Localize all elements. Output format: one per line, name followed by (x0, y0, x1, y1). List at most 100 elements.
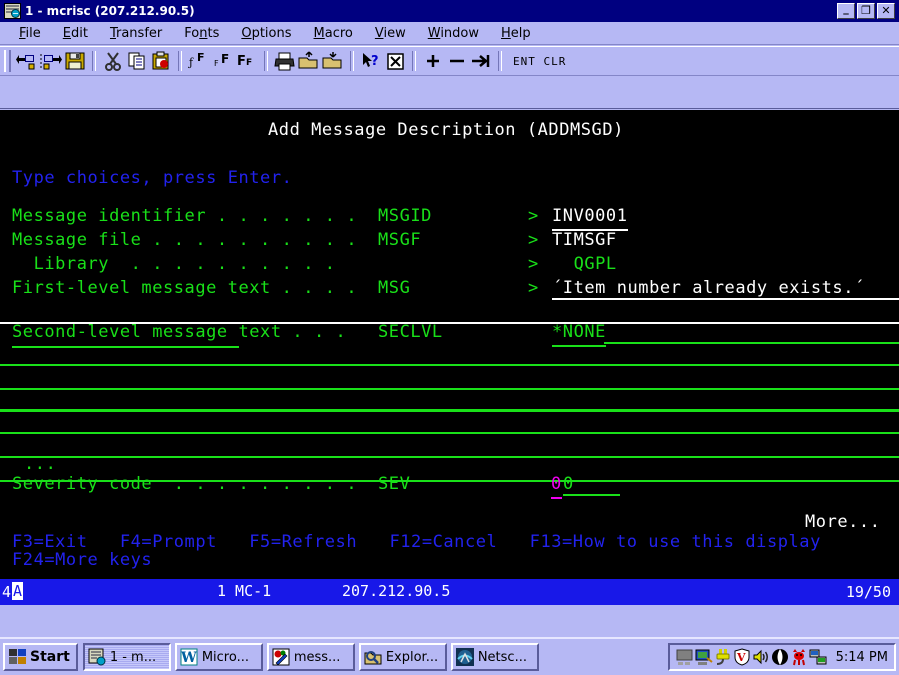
field-keyword-seclvl: SECLVL (378, 322, 443, 342)
devil-icon[interactable] (790, 648, 808, 666)
stop-icon[interactable] (383, 49, 407, 73)
svg-text:?: ? (371, 54, 379, 69)
antivirus-shield-icon[interactable]: V (733, 648, 751, 666)
volume-icon[interactable] (752, 648, 770, 666)
seclvl-blank-line[interactable] (0, 432, 899, 434)
network-connection-icon[interactable] (809, 648, 827, 666)
minimize-icon: _ (843, 2, 849, 15)
system-tray: V 5:14 PM (667, 643, 896, 671)
svg-text:F: F (197, 51, 205, 64)
toolbar-grip[interactable] (4, 50, 11, 72)
taskbar: Start 1 - m... W Micro... mess... Explor… (0, 637, 899, 675)
menu-bar: File Edit Transfer Fonts Options Macro V… (0, 22, 899, 45)
menu-edit[interactable]: Edit (52, 25, 99, 42)
network-monitor-icon[interactable] (695, 648, 713, 666)
field-prompt-library: > (528, 254, 539, 274)
field-value-msgid[interactable]: INV0001 (552, 204, 628, 231)
svg-text:ƒ: ƒ (188, 56, 194, 69)
copy-icon[interactable] (125, 49, 149, 73)
field-label-msgf: Message file . . . . . . . . . . (12, 230, 358, 250)
field-label-seclvl: Second-level message text . . . (12, 322, 347, 342)
svg-text:F: F (214, 59, 219, 68)
status-center: 1 MC-1 207.212.90.5 (32, 579, 846, 605)
context-help-icon[interactable]: ? (359, 49, 383, 73)
minus-icon[interactable] (445, 49, 469, 73)
window-title: 1 - mcrisc (207.212.90.5) (25, 4, 195, 18)
function-keys-line-2[interactable]: F24=More keys (12, 548, 152, 573)
explorer-icon (364, 651, 382, 665)
field-keyword-msg: MSG (378, 278, 411, 298)
svg-text:W: W (180, 650, 197, 666)
task-label: 1 - m... (109, 649, 157, 665)
restore-button[interactable]: ❐ (857, 3, 875, 19)
system-indicator: 4 (2, 583, 12, 601)
toolbar-separator (498, 51, 502, 71)
field-value-library[interactable]: QGPL (552, 252, 617, 277)
monitor-icon[interactable] (676, 648, 694, 666)
task-button-netscape[interactable]: Netsc... (450, 643, 539, 671)
font-medium-icon[interactable]: F F (211, 49, 235, 73)
seclvl-blank-line[interactable] (0, 388, 899, 390)
field-keyword-sev: SEV (378, 474, 411, 494)
field-prompt-msg: > (528, 278, 539, 298)
operator-information-area: 4 A 1 MC-1 207.212.90.5 19/50 (0, 579, 899, 605)
task-label: Micro... (201, 649, 249, 665)
print-icon[interactable] (273, 49, 297, 73)
menu-fonts[interactable]: Fonts (173, 25, 230, 42)
seclvl-blank-line[interactable] (0, 364, 899, 366)
task-button-word[interactable]: W Micro... (174, 643, 263, 671)
word-icon: W (180, 648, 198, 666)
menu-transfer[interactable]: Transfer (99, 25, 173, 42)
menu-view[interactable]: View (364, 25, 417, 42)
clock[interactable]: 5:14 PM (836, 650, 888, 665)
window-controls: _ ❐ ✕ (837, 3, 895, 19)
task-label: Netsc... (477, 649, 527, 665)
netscape-icon (455, 648, 474, 666)
task-button-paint[interactable]: mess... (266, 643, 355, 671)
field-label-msgid: Message identifier . . . . . . . (12, 206, 358, 226)
terminal-screen[interactable]: Add Message Description (ADDMSGD) Type c… (0, 110, 899, 579)
svg-text:F: F (237, 54, 246, 69)
font-small-icon[interactable]: ƒ F (187, 49, 211, 73)
open-folder-up-icon[interactable] (321, 49, 345, 73)
toolbar: ƒ F F F F F ? ENT CLR (0, 46, 899, 76)
send-file-icon[interactable] (15, 49, 39, 73)
menu-options[interactable]: Options (230, 25, 302, 42)
toolbar-separator (412, 51, 416, 71)
field-exit-icon[interactable] (469, 49, 493, 73)
save-icon[interactable] (63, 49, 87, 73)
toolbar-key-labels[interactable]: ENT CLR (513, 55, 566, 68)
terminal-session-icon (4, 3, 21, 19)
instruction-text: Type choices, press Enter. (12, 168, 293, 188)
font-large-icon[interactable]: F F (235, 49, 259, 73)
paint-icon (272, 648, 290, 666)
close-button[interactable]: ✕ (877, 3, 895, 19)
cut-icon[interactable] (101, 49, 125, 73)
field-value-seclvl[interactable]: *NONE (552, 320, 606, 347)
menu-window[interactable]: Window (417, 25, 490, 42)
receive-file-icon[interactable] (39, 49, 63, 73)
task-button-explorer[interactable]: Explor... (358, 643, 447, 671)
field-value-msgf[interactable]: TIMSGF (552, 228, 617, 253)
terminal-emulator-window: 1 - mcrisc (207.212.90.5) _ ❐ ✕ File Edi… (0, 0, 899, 675)
field-label-library: Library . . . . . . . . . . (12, 254, 336, 274)
task-label: Explor... (385, 649, 439, 665)
plus-icon[interactable] (421, 49, 445, 73)
menu-file[interactable]: File (8, 25, 52, 42)
seclvl-blank-line[interactable] (0, 409, 899, 412)
print-screen-icon[interactable] (297, 49, 321, 73)
title-bar: 1 - mcrisc (207.212.90.5) _ ❐ ✕ (0, 0, 899, 22)
svg-text:V: V (736, 651, 746, 664)
seclvl-blank-line[interactable] (0, 456, 899, 458)
menu-help[interactable]: Help (490, 25, 542, 42)
minimize-button[interactable]: _ (837, 3, 855, 19)
menu-macro[interactable]: Macro (303, 25, 364, 42)
moon-icon[interactable] (771, 648, 789, 666)
start-button[interactable]: Start (3, 643, 78, 671)
toolbar-separator (178, 51, 182, 71)
power-plug-icon[interactable] (714, 648, 732, 666)
task-button-terminal[interactable]: 1 - m... (82, 643, 171, 671)
field-label-sev: Severity code . . . . . . . . . (12, 474, 358, 494)
field-value-sev-cursor[interactable]: 0 (551, 472, 562, 499)
paste-icon[interactable] (149, 49, 173, 73)
